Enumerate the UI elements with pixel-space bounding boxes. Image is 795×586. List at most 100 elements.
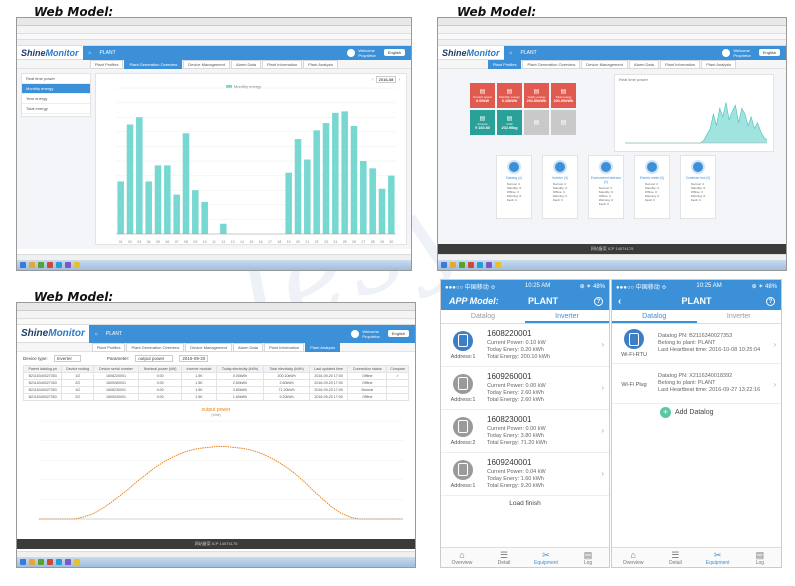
menu-item-0[interactable]: Real time power (22, 74, 90, 84)
language-select[interactable]: English (383, 49, 405, 56)
taskbar-app-icon[interactable] (65, 559, 71, 565)
help-icon[interactable]: ? (766, 296, 775, 306)
device-card[interactable]: Environment detector (0) Normal: 4 Standby… (588, 155, 624, 219)
taskbar-app-icon[interactable] (441, 262, 447, 268)
taskbar-app-icon[interactable] (29, 262, 35, 268)
tab-2[interactable]: Device Management (581, 59, 628, 69)
plant-selector[interactable]: PLANT (100, 50, 116, 56)
taskbar-app-icon[interactable] (477, 262, 483, 268)
bottom-nav-log[interactable]: ▤ Log (739, 548, 781, 567)
table-cell[interactable]: ✓ (386, 372, 409, 380)
taskbar-app-icon[interactable] (56, 559, 62, 565)
tab-4[interactable]: Plant Information (263, 342, 305, 352)
taskbar-app-icon[interactable] (47, 559, 53, 565)
bottom-nav-overview[interactable]: ⌂ Overview (441, 548, 483, 567)
tab-1[interactable]: Plant Generation Overview (124, 59, 183, 69)
plant-selector[interactable]: PLANT (106, 331, 122, 337)
help-icon[interactable]: ? (594, 296, 603, 306)
shinemonitor-logo[interactable]: ShineMonitor (17, 48, 83, 58)
table-row[interactable]: B2116340027353 1/2 1608230001 0.00 1.5K 3.80k… (22, 386, 409, 394)
inverter-row[interactable]: Address:1 1609260001 Current Power: 0.00 k… (441, 367, 609, 410)
taskbar-app-icon[interactable] (38, 559, 44, 565)
tab-4[interactable]: Plant Information (659, 59, 701, 69)
taskbar-app-icon[interactable] (74, 262, 80, 268)
table-cell[interactable] (386, 386, 409, 394)
taskbar-app-icon[interactable] (29, 559, 35, 565)
tab-3[interactable]: Alarm Data (628, 59, 659, 69)
tab-1[interactable]: Plant Generation Overview (126, 342, 185, 352)
browser-address-bar[interactable] (438, 26, 786, 34)
table-cell[interactable] (386, 393, 409, 401)
inverter-row[interactable]: Address:1 1608220001 Current Power: 0.10 k… (441, 324, 609, 367)
device-card[interactable]: Combiner box (0) Normal: 4 Standby: 0 Offli… (680, 155, 716, 219)
menu-item-1[interactable]: Monthly energy (22, 84, 90, 94)
taskbar-app-icon[interactable] (47, 262, 53, 268)
add-datalog-button[interactable]: + Add Datalog (612, 404, 781, 418)
bottom-nav-detail[interactable]: ☰ Detail (654, 548, 696, 567)
home-icon[interactable]: ⌂ (89, 50, 92, 56)
table-row[interactable]: B2116340027353 1/2 1608220001 0.00 1.5K 0.00k… (22, 372, 409, 380)
browser-address-bar[interactable] (17, 311, 415, 319)
table-row[interactable]: B2116340027353 2/2 1609260001 0.00 1.5K 2.60k… (22, 379, 409, 387)
tab-0[interactable]: Plant Profiles (91, 342, 126, 352)
taskbar-app-icon[interactable] (468, 262, 474, 268)
taskbar-app-icon[interactable] (56, 262, 62, 268)
user-info[interactable]: Welcome Proprietor (347, 48, 376, 58)
inverter-row[interactable]: Address:2 1608230001 Current Power: 0.00 k… (441, 410, 609, 453)
phone-tab-1[interactable]: Inverter (697, 310, 782, 323)
tab-4[interactable]: Plant Information (261, 59, 303, 69)
tab-1[interactable]: Plant Generation Overview (522, 59, 581, 69)
menu-item-2[interactable]: Year energy (22, 94, 90, 104)
taskbar-app-icon[interactable] (20, 559, 26, 565)
language-select[interactable]: English (387, 330, 409, 337)
taskbar-app-icon[interactable] (486, 262, 492, 268)
taskbar-app-icon[interactable] (450, 262, 456, 268)
bottom-nav-equipment[interactable]: ✂ Equipment (525, 548, 567, 567)
table-cell[interactable] (386, 379, 409, 387)
taskbar-app-icon[interactable] (65, 262, 71, 268)
menu-item-3[interactable]: Total energy (22, 104, 90, 114)
shinemonitor-logo[interactable]: ShineMonitor (438, 48, 504, 58)
taskbar-app-icon[interactable] (20, 262, 26, 268)
device-card[interactable]: Datalog (4) Normal: 4 Standby: 0 Offline: 0… (496, 155, 532, 219)
parameter-select[interactable]: output power (135, 355, 174, 362)
phone-tab-1[interactable]: Inverter (525, 310, 609, 323)
tab-5[interactable]: Plant Analysis (303, 59, 339, 69)
taskbar-app-icon[interactable] (459, 262, 465, 268)
plant-selector[interactable]: PLANT (521, 50, 537, 56)
tab-5[interactable]: Plant Analysis (305, 342, 341, 352)
home-icon[interactable]: ⌂ (95, 331, 98, 337)
user-info[interactable]: Welcome Proprietor (722, 48, 751, 58)
bottom-nav-detail[interactable]: ☰ Detail (483, 548, 525, 567)
tab-2[interactable]: Device Management (185, 342, 232, 352)
device-type-select[interactable]: Inverter (53, 355, 82, 362)
table-row[interactable]: B2116340027353 2/2 1609240001 0.00 1.5K 1.60k… (22, 393, 409, 401)
datalog-row[interactable]: Wi-Fi-RTU Datalog PN: B2116340027353 Belon… (612, 324, 781, 364)
taskbar-app-icon[interactable] (495, 262, 501, 268)
tab-5[interactable]: Plant Analysis (701, 59, 737, 69)
bottom-nav-log[interactable]: ▤ Log (567, 548, 609, 567)
taskbar-app-icon[interactable] (74, 559, 80, 565)
date-input[interactable]: 2016-09-20 (179, 355, 209, 362)
device-card[interactable]: Inverter (4) Normal: 4 Standby: 0 Offline: … (542, 155, 578, 219)
phone-tab-0[interactable]: Datalog (441, 310, 525, 323)
phone-tab-0[interactable]: Datalog (612, 310, 697, 323)
shinemonitor-logo[interactable]: ShineMonitor (17, 328, 89, 339)
inverter-row[interactable]: Address:1 1609240001 Current Power: 0.04 k… (441, 453, 609, 496)
tab-3[interactable]: Alarm Data (230, 59, 261, 69)
language-select[interactable]: English (758, 49, 780, 56)
back-icon[interactable]: ‹ (618, 296, 621, 307)
datalog-row[interactable]: Wi-Fi Plug Datalog PN: X2116340018392 Belo… (612, 364, 781, 404)
home-icon[interactable]: ⌂ (510, 50, 513, 56)
taskbar-app-icon[interactable] (38, 262, 44, 268)
device-card[interactable]: Electric meter (0) Normal: 4 Standby: 0 Off… (634, 155, 670, 219)
browser-address-bar[interactable] (17, 26, 411, 34)
tab-2[interactable]: Device Management (183, 59, 230, 69)
tab-0[interactable]: Plant Profiles (487, 59, 522, 69)
tab-3[interactable]: Alarm Data (232, 342, 263, 352)
user-info[interactable]: Welcome Proprietor (351, 329, 380, 339)
x-tick-label: 08 (184, 240, 188, 244)
bottom-nav-overview[interactable]: ⌂ Overview (612, 548, 654, 567)
bottom-nav-equipment[interactable]: ✂ Equipment (697, 548, 739, 567)
tab-0[interactable]: Plant Profiles (89, 59, 124, 69)
